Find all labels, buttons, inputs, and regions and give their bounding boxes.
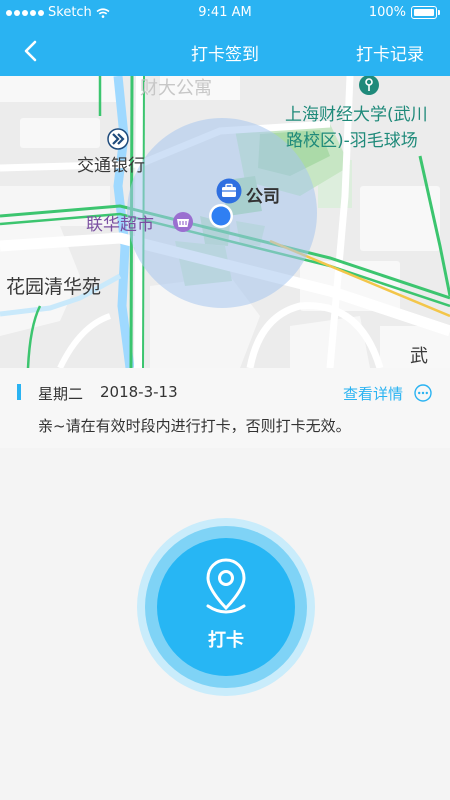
date-label: 2018-3-13	[100, 383, 178, 401]
status-bar: Sketch 9:41 AM 100%	[0, 0, 450, 26]
checkin-records-button[interactable]: 打卡记录	[356, 40, 424, 65]
current-location-icon	[209, 204, 233, 228]
map-label-university-1: 上海财经大学(武川	[285, 105, 428, 125]
shop-icon	[173, 212, 193, 232]
map-label-road: 武	[410, 346, 428, 367]
sports-icon	[359, 76, 379, 95]
bank-icon	[107, 128, 129, 150]
map-label-dorm: 财大公寓	[140, 78, 212, 99]
checkin-notice: 亲~请在有效时段内进行打卡，否则打卡无效。	[38, 417, 351, 435]
status-right: 100%	[369, 5, 440, 20]
checkin-button[interactable]: 打卡	[157, 538, 295, 676]
map-label-supermarket: 联华超市	[86, 215, 154, 235]
map-view[interactable]: 财大公寓 交通银行 上海财经大学(武川 路校区)-羽毛球场 公司 联华超市 花园…	[0, 76, 450, 368]
checkin-info-panel: 星期二 2018-3-13 查看详情 亲~请在有效时段内进行打卡，否则打卡无效。	[0, 368, 450, 448]
map-label-company: 公司	[246, 187, 280, 207]
battery-icon	[411, 6, 437, 19]
navigation-bar: 打卡签到 打卡记录	[0, 26, 450, 76]
map-label-garden: 花园清华苑	[6, 276, 102, 298]
briefcase-icon	[216, 178, 242, 204]
map-label-bank: 交通银行	[77, 156, 145, 176]
view-details-link[interactable]: 查看详情	[343, 383, 403, 404]
weekday-label: 星期二	[38, 385, 84, 403]
battery-tip	[438, 10, 440, 15]
battery-label: 100%	[368, 5, 406, 20]
more-icon[interactable]	[414, 384, 432, 402]
location-pin-icon	[206, 558, 246, 614]
checkin-label: 打卡	[208, 630, 244, 651]
map-label-university-2: 路校区)-羽毛球场	[286, 131, 418, 151]
checkin-button-wrapper: 打卡	[137, 518, 315, 696]
info-marker	[17, 384, 21, 400]
